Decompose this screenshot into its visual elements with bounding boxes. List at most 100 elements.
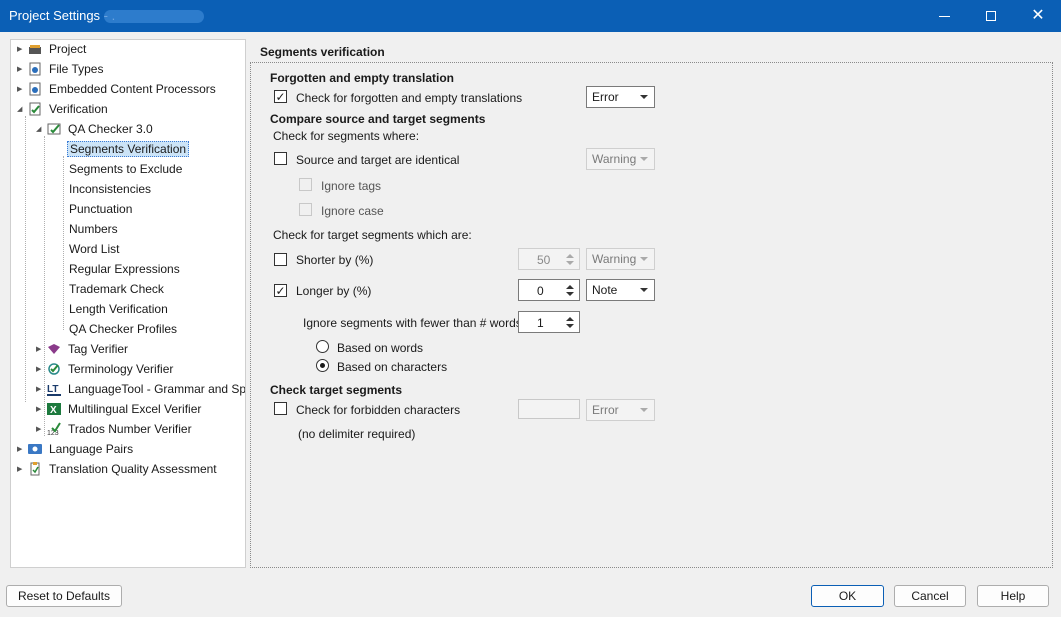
collapse-icon[interactable]: ◢ (36, 125, 45, 133)
panel-title: Segments verification (260, 45, 385, 59)
spin-up-icon[interactable] (566, 285, 574, 289)
tree-item-verification[interactable]: ◢ Verification (17, 100, 110, 118)
forbidden-checkbox[interactable] (274, 402, 287, 415)
tree-item-trademark-check[interactable]: Trademark Check (67, 280, 166, 298)
expand-icon[interactable]: ▶ (36, 405, 45, 413)
forgotten-label: Check for forgotten and empty translatio… (296, 91, 523, 105)
project-icon (28, 42, 42, 56)
minimize-button[interactable] (921, 0, 967, 32)
expand-icon[interactable]: ▶ (36, 345, 45, 353)
tree-item-project[interactable]: ▶ Project (17, 40, 88, 58)
check-target-heading: Check target segments (270, 383, 403, 397)
based-on-words-radio[interactable] (316, 340, 329, 353)
forbidden-characters-input[interactable] (518, 399, 580, 419)
identical-label: Source and target are identical (296, 153, 460, 167)
tree-item-language-pairs[interactable]: ▶ Language Pairs (17, 440, 135, 458)
reset-to-defaults-button[interactable]: Reset to Defaults (6, 585, 122, 607)
maximize-button[interactable] (968, 0, 1014, 32)
identical-checkbox[interactable] (274, 152, 287, 165)
spin-down-icon[interactable] (566, 324, 574, 328)
tree-item-punctuation[interactable]: Punctuation (67, 200, 134, 218)
compare-heading: Compare source and target segments (270, 112, 486, 126)
ignore-case-checkbox[interactable] (299, 203, 312, 216)
tree-item-trados-number-verifier[interactable]: ▶ 123 Trados Number Verifier (36, 420, 194, 438)
expand-icon[interactable]: ▶ (17, 45, 26, 53)
longer-severity-select[interactable]: Note (586, 279, 655, 301)
collapse-icon[interactable]: ◢ (17, 105, 26, 113)
based-on-characters-label: Based on characters (337, 360, 448, 374)
forgotten-heading: Forgotten and empty translation (270, 71, 455, 85)
title-bar: Project Settings - . ✕ (0, 0, 1061, 32)
expand-icon[interactable]: ▶ (17, 65, 26, 73)
tree-item-regular-expressions[interactable]: Regular Expressions (67, 260, 182, 278)
spin-down-icon[interactable] (566, 261, 574, 265)
tree-item-file-types[interactable]: ▶ File Types (17, 60, 105, 78)
identical-severity-select[interactable]: Warning (586, 148, 655, 170)
ignore-case-label: Ignore case (321, 204, 384, 218)
tree-item-numbers[interactable]: Numbers (67, 220, 120, 238)
qa-checker-icon (47, 122, 61, 136)
expand-icon[interactable]: ▶ (17, 465, 26, 473)
chevron-down-icon (640, 408, 648, 412)
tree-item-languagetool[interactable]: ▶ LT LanguageTool - Grammar and Spe (36, 380, 245, 398)
check-where-label: Check for segments where: (273, 129, 420, 143)
shorter-stepper[interactable]: 50 (518, 248, 580, 270)
svg-text:X: X (50, 405, 57, 416)
forgotten-severity-select[interactable]: Error (586, 86, 655, 108)
tree-item-translation-quality-assessment[interactable]: ▶ Translation Quality Assessment (17, 460, 219, 478)
expand-icon[interactable]: ▶ (36, 425, 45, 433)
ignore-tags-checkbox[interactable] (299, 178, 312, 191)
svg-text:LT: LT (47, 384, 58, 395)
shorter-checkbox[interactable] (274, 253, 287, 266)
longer-label: Longer by (%) (296, 284, 372, 298)
file-types-icon (28, 62, 42, 76)
expand-icon[interactable]: ▶ (17, 85, 26, 93)
redacted-project-name (104, 10, 204, 23)
maximize-icon (986, 11, 996, 21)
minimize-icon (938, 15, 950, 17)
cancel-button[interactable]: Cancel (894, 585, 966, 607)
settings-tree: ▶ Project ▶ File Types ▶ Embedded Conten… (10, 39, 246, 568)
tree-item-multilingual-excel-verifier[interactable]: ▶ X Multilingual Excel Verifier (36, 400, 203, 418)
tree-item-qa-checker[interactable]: ◢ QA Checker 3.0 (36, 120, 155, 138)
close-icon: ✕ (1031, 7, 1045, 24)
tree-item-embedded-content-processors[interactable]: ▶ Embedded Content Processors (17, 80, 218, 98)
chevron-down-icon (640, 257, 648, 261)
close-button[interactable]: ✕ (1015, 0, 1061, 32)
shorter-severity-select[interactable]: Warning (586, 248, 655, 270)
expand-icon[interactable]: ▶ (36, 385, 45, 393)
forgotten-checkbox[interactable]: ✓ (274, 90, 287, 103)
ok-button[interactable]: OK (811, 585, 884, 607)
tree-item-segments-verification[interactable]: Segments Verification (67, 140, 190, 158)
tree-item-terminology-verifier[interactable]: ▶ Terminology Verifier (36, 360, 175, 378)
tag-verifier-icon (47, 342, 61, 356)
spin-up-icon[interactable] (566, 317, 574, 321)
longer-stepper[interactable]: 0 (518, 279, 580, 301)
number-verifier-icon: 123 (47, 422, 61, 437)
help-button[interactable]: Help (977, 585, 1049, 607)
ignore-fewer-label: Ignore segments with fewer than # words: (303, 316, 526, 330)
shorter-label: Shorter by (%) (296, 253, 374, 267)
forbidden-severity-select[interactable]: Error (586, 399, 655, 421)
tree-item-qa-checker-profiles[interactable]: QA Checker Profiles (67, 320, 179, 338)
expand-icon[interactable]: ▶ (17, 445, 26, 453)
tree-item-length-verification[interactable]: Length Verification (67, 300, 170, 318)
spin-up-icon[interactable] (566, 254, 574, 258)
based-on-characters-radio[interactable] (316, 359, 329, 372)
longer-checkbox[interactable]: ✓ (274, 284, 287, 297)
terminology-verifier-icon (47, 362, 61, 376)
spin-down-icon[interactable] (566, 292, 574, 296)
tree-item-segments-to-exclude[interactable]: Segments to Exclude (67, 160, 184, 178)
language-pairs-icon (28, 442, 42, 456)
tree-guide-line (63, 156, 64, 330)
tree-item-tag-verifier[interactable]: ▶ Tag Verifier (36, 340, 130, 358)
chevron-down-icon (640, 95, 648, 99)
forbidden-label: Check for forbidden characters (296, 403, 461, 417)
tree-item-word-list[interactable]: Word List (67, 240, 121, 258)
no-delimiter-note: (no delimiter required) (298, 427, 416, 441)
tree-item-inconsistencies[interactable]: Inconsistencies (67, 180, 153, 198)
ignore-fewer-stepper[interactable]: 1 (518, 311, 580, 333)
expand-icon[interactable]: ▶ (36, 365, 45, 373)
tqa-icon (28, 462, 42, 476)
target-which-label: Check for target segments which are: (273, 228, 472, 242)
